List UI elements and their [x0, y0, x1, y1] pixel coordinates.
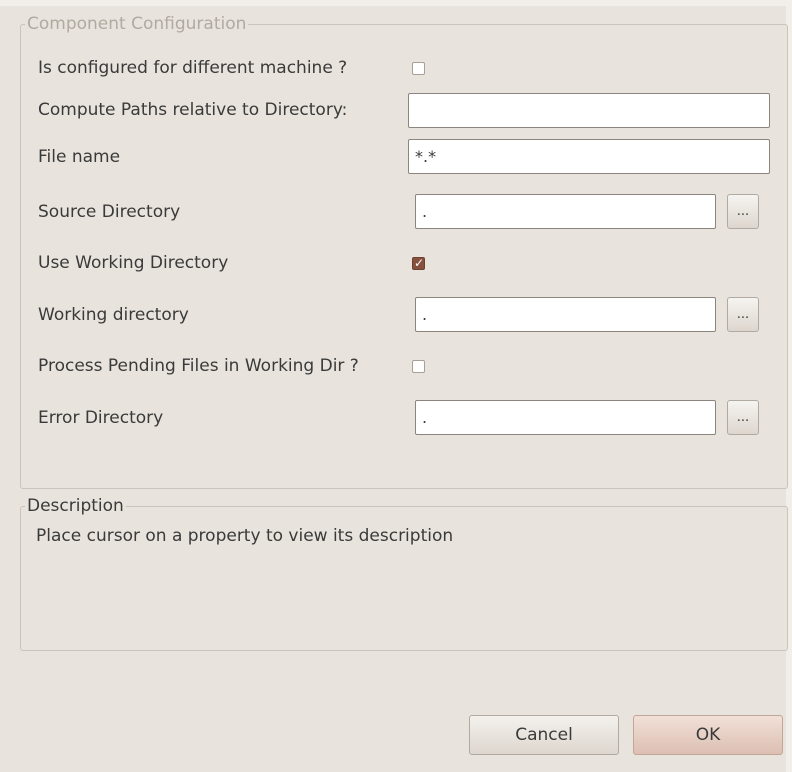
- working-directory-input[interactable]: [415, 297, 716, 332]
- use-working-directory-label: Use Working Directory: [38, 253, 229, 273]
- source-directory-browse-button[interactable]: ...: [727, 194, 759, 229]
- source-directory-label: Source Directory: [38, 202, 181, 222]
- error-directory-browse-button[interactable]: ...: [727, 400, 759, 435]
- working-directory-label: Working directory: [38, 305, 189, 325]
- compute-paths-label: Compute Paths relative to Directory:: [38, 100, 348, 120]
- working-directory-browse-button[interactable]: ...: [727, 297, 759, 332]
- error-directory-input[interactable]: [415, 400, 716, 435]
- description-group: Description: [20, 496, 788, 651]
- checkmark-icon: ✓: [414, 256, 425, 270]
- component-configuration-title: Component Configuration: [27, 14, 247, 34]
- ok-button[interactable]: OK: [633, 715, 783, 755]
- cancel-button[interactable]: Cancel: [469, 715, 619, 755]
- process-pending-checkbox[interactable]: [412, 360, 425, 373]
- description-title: Description: [27, 496, 124, 516]
- file-name-label: File name: [38, 147, 121, 167]
- file-name-input[interactable]: [408, 139, 770, 174]
- description-text: Place cursor on a property to view its d…: [36, 526, 454, 546]
- use-working-directory-checkbox[interactable]: ✓: [412, 256, 425, 270]
- compute-paths-input[interactable]: [408, 93, 770, 128]
- source-directory-input[interactable]: [415, 194, 716, 229]
- window-top-edge: [0, 0, 792, 6]
- process-pending-label: Process Pending Files in Working Dir ?: [38, 356, 359, 376]
- different-machine-checkbox[interactable]: [412, 62, 425, 75]
- different-machine-label: Is configured for different machine ?: [38, 58, 348, 78]
- error-directory-label: Error Directory: [38, 408, 164, 428]
